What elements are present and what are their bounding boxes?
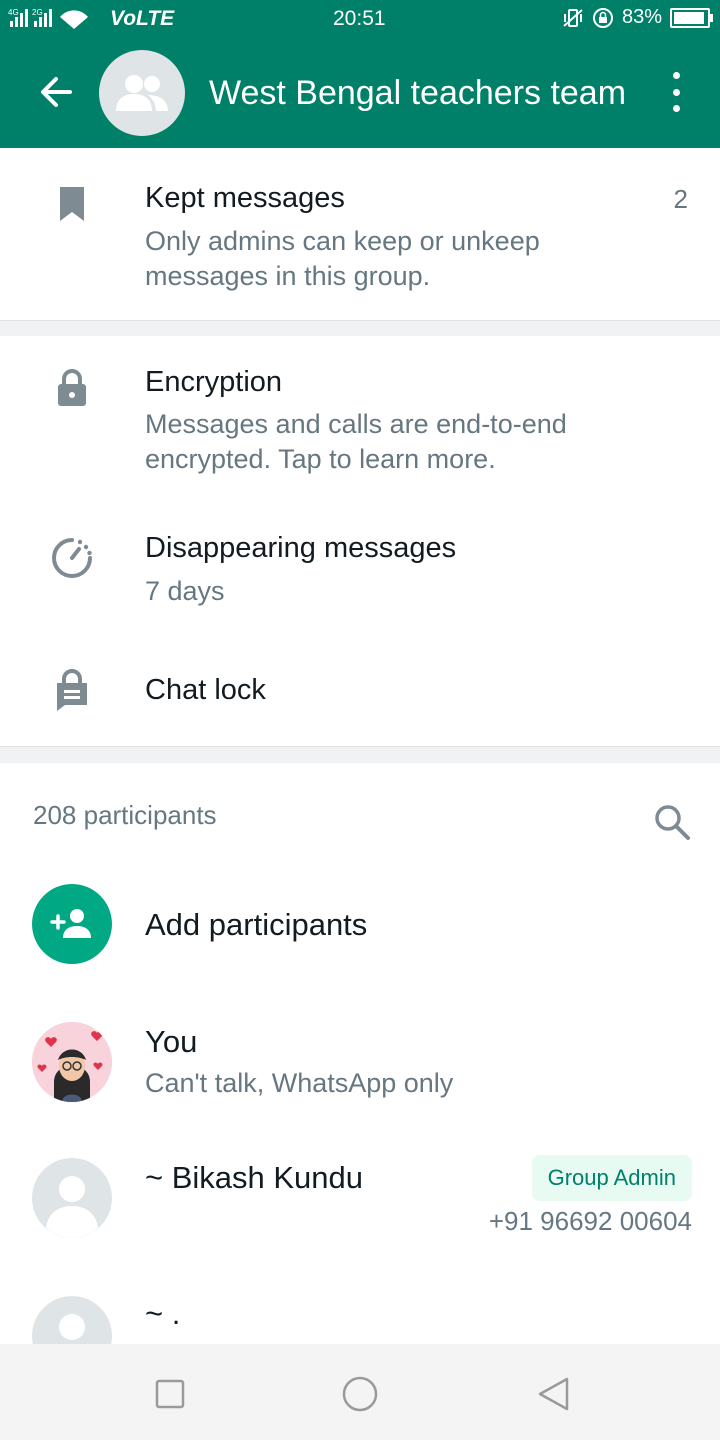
encryption-title: Encryption (145, 366, 283, 398)
kept-messages-title: Kept messages (145, 182, 345, 214)
lock-icon (50, 366, 94, 410)
kept-messages-subtitle: Only admins can keep or unkeep messages … (145, 226, 540, 291)
volte-label: VoLTE (110, 7, 175, 30)
participant-name: ~ . (145, 1296, 181, 1331)
participant-row[interactable]: ~ . (0, 1290, 720, 1344)
kept-messages-count: 2 (673, 184, 688, 214)
timer-icon (50, 536, 94, 580)
rotation-lock-icon (592, 7, 613, 28)
privacy-section: Encryption Messages and calls are end-to… (0, 336, 720, 746)
chat-lock-icon (50, 668, 94, 712)
svg-text:2G: 2G (32, 8, 43, 17)
kept-messages-section: Kept messages Only admins can keep or un… (0, 148, 720, 320)
circle-nav-icon[interactable] (340, 1374, 380, 1414)
chat-lock-title: Chat lock (145, 674, 266, 706)
triangle-nav-icon[interactable] (533, 1374, 573, 1414)
person-icon (32, 1158, 112, 1238)
participant-row[interactable]: You Can't talk, WhatsApp only (0, 1018, 720, 1118)
page-title: West Bengal teachers team (209, 74, 627, 112)
back-arrow-icon[interactable] (38, 74, 74, 110)
encryption-subtitle: Messages and calls are end-to-end encryp… (145, 409, 567, 474)
add-person-icon (32, 884, 112, 964)
group-avatar[interactable] (99, 50, 185, 136)
battery-percent: 83% (621, 6, 662, 28)
battery-icon (670, 7, 713, 28)
chat-lock-row[interactable]: Chat lock (0, 646, 720, 736)
disappearing-messages-subtitle: 7 days (145, 576, 225, 606)
signal-indicators: 4G 2G (8, 7, 98, 29)
participant-phone: +91 96692 00604 (488, 1206, 692, 1236)
search-icon[interactable] (652, 802, 692, 842)
add-participants-label: Add participants (145, 907, 368, 942)
encryption-row[interactable]: Encryption Messages and calls are end-to… (0, 336, 720, 508)
participant-status: Can't talk, WhatsApp only (145, 1068, 454, 1098)
square-nav-icon[interactable] (150, 1374, 190, 1414)
disappearing-messages-row[interactable]: Disappearing messages 7 days (0, 516, 720, 626)
person-icon (32, 1296, 112, 1344)
disappearing-messages-title: Disappearing messages (145, 532, 457, 564)
participant-name: You (145, 1024, 198, 1059)
chat-info-header: West Bengal teachers team (0, 38, 720, 148)
signal-icon: 4G 2G (8, 8, 88, 29)
participants-count: 208 participants (33, 800, 217, 830)
clock: 20:51 (333, 7, 386, 30)
group-admin-badge: Group Admin (531, 1155, 692, 1201)
vibrate-icon (563, 8, 583, 27)
svg-text:4G: 4G (8, 8, 19, 17)
status-bar: 4G 2G VoLTE 20:51 83% (0, 0, 720, 38)
section-divider (0, 746, 720, 763)
section-divider (0, 320, 720, 336)
avatar (32, 1022, 112, 1102)
add-participants-row[interactable]: Add participants (0, 880, 720, 972)
more-vert-icon[interactable] (664, 72, 688, 112)
group-icon (116, 75, 168, 111)
participant-name: ~ Bikash Kundu (145, 1160, 364, 1195)
system-nav-bar (0, 1344, 720, 1440)
bookmark-icon (50, 182, 94, 226)
kept-messages-row[interactable]: Kept messages Only admins can keep or un… (0, 148, 720, 320)
